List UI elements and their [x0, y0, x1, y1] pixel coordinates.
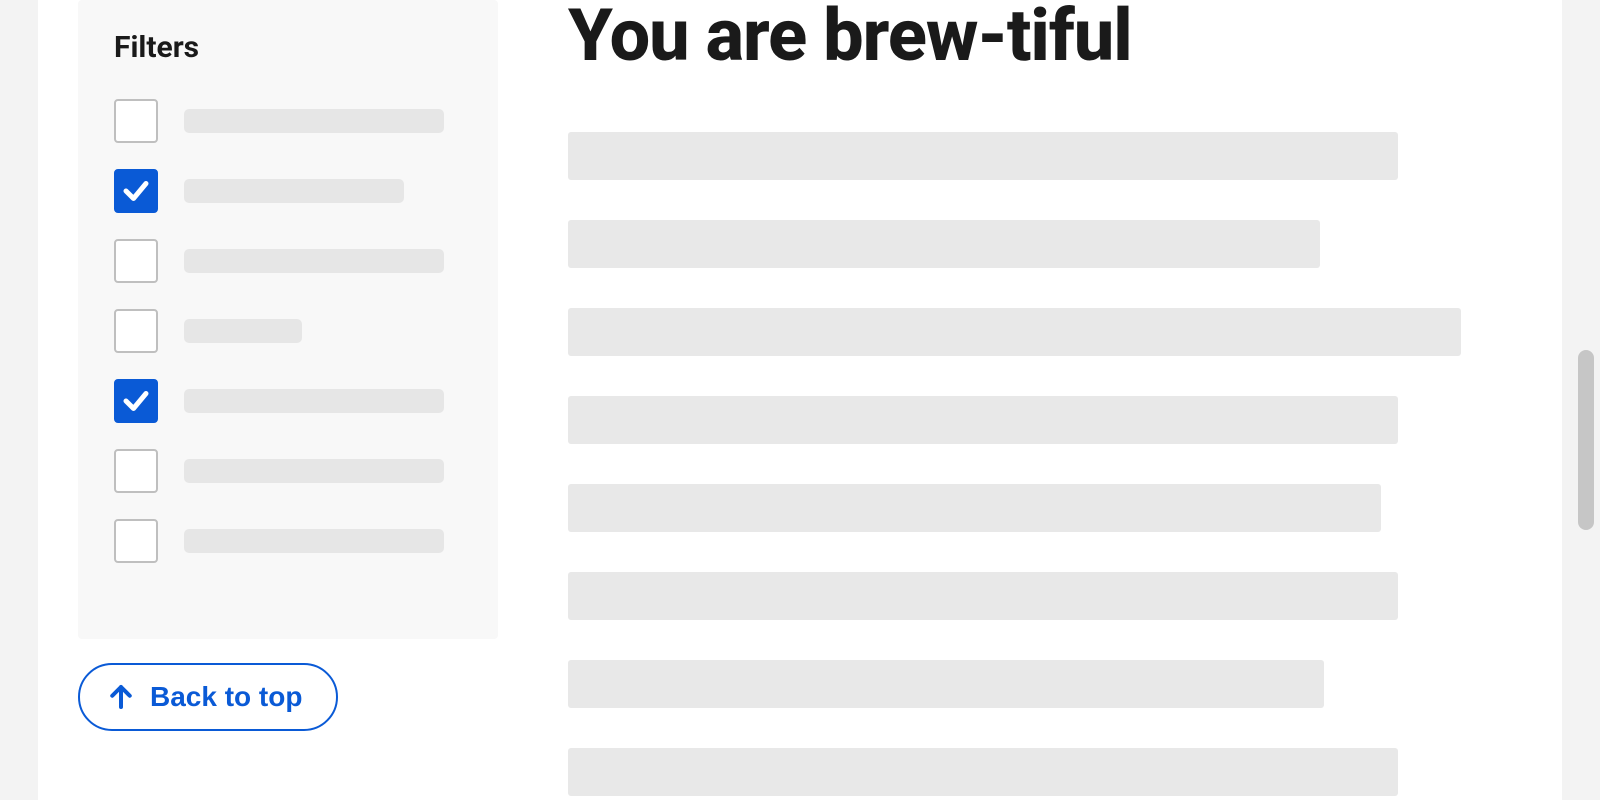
filter-checkbox[interactable]: [114, 379, 158, 423]
filter-label-placeholder: [184, 459, 444, 483]
filters-list: [114, 99, 462, 563]
filter-checkbox[interactable]: [114, 99, 158, 143]
content-line-placeholder: [568, 572, 1398, 620]
filter-row: [114, 239, 462, 283]
check-icon: [121, 386, 151, 416]
filter-checkbox[interactable]: [114, 519, 158, 563]
content-line-placeholder: [568, 484, 1381, 532]
filters-heading: Filters: [114, 30, 462, 65]
arrow-up-icon: [106, 682, 136, 712]
filter-row: [114, 169, 462, 213]
content-line-placeholder: [568, 748, 1398, 796]
filter-row: [114, 519, 462, 563]
content-line-placeholder: [568, 396, 1398, 444]
page-title: You are brew-tiful: [568, 0, 1522, 72]
sidebar: Filters Back to top: [78, 0, 498, 800]
main-content: You are brew-tiful: [498, 0, 1522, 800]
content-line-placeholder: [568, 220, 1320, 268]
filter-row: [114, 309, 462, 353]
content-line-placeholder: [568, 308, 1461, 356]
filter-checkbox[interactable]: [114, 449, 158, 493]
filter-label-placeholder: [184, 249, 444, 273]
page-frame: Filters Back to top You are brew-tiful: [38, 0, 1562, 800]
filter-label-placeholder: [184, 179, 404, 203]
filter-label-placeholder: [184, 109, 444, 133]
filter-row: [114, 379, 462, 423]
back-to-top-button[interactable]: Back to top: [78, 663, 338, 731]
filter-label-placeholder: [184, 319, 302, 343]
scrollbar-thumb[interactable]: [1578, 350, 1594, 530]
filter-row: [114, 99, 462, 143]
filter-label-placeholder: [184, 529, 444, 553]
content-line-placeholder: [568, 660, 1324, 708]
filter-checkbox[interactable]: [114, 239, 158, 283]
back-to-top-label: Back to top: [150, 681, 302, 713]
filter-row: [114, 449, 462, 493]
content-body: [568, 132, 1522, 796]
check-icon: [121, 176, 151, 206]
content-line-placeholder: [568, 132, 1398, 180]
filter-label-placeholder: [184, 389, 444, 413]
filter-checkbox[interactable]: [114, 309, 158, 353]
filter-checkbox[interactable]: [114, 169, 158, 213]
filters-panel: Filters: [78, 0, 498, 639]
